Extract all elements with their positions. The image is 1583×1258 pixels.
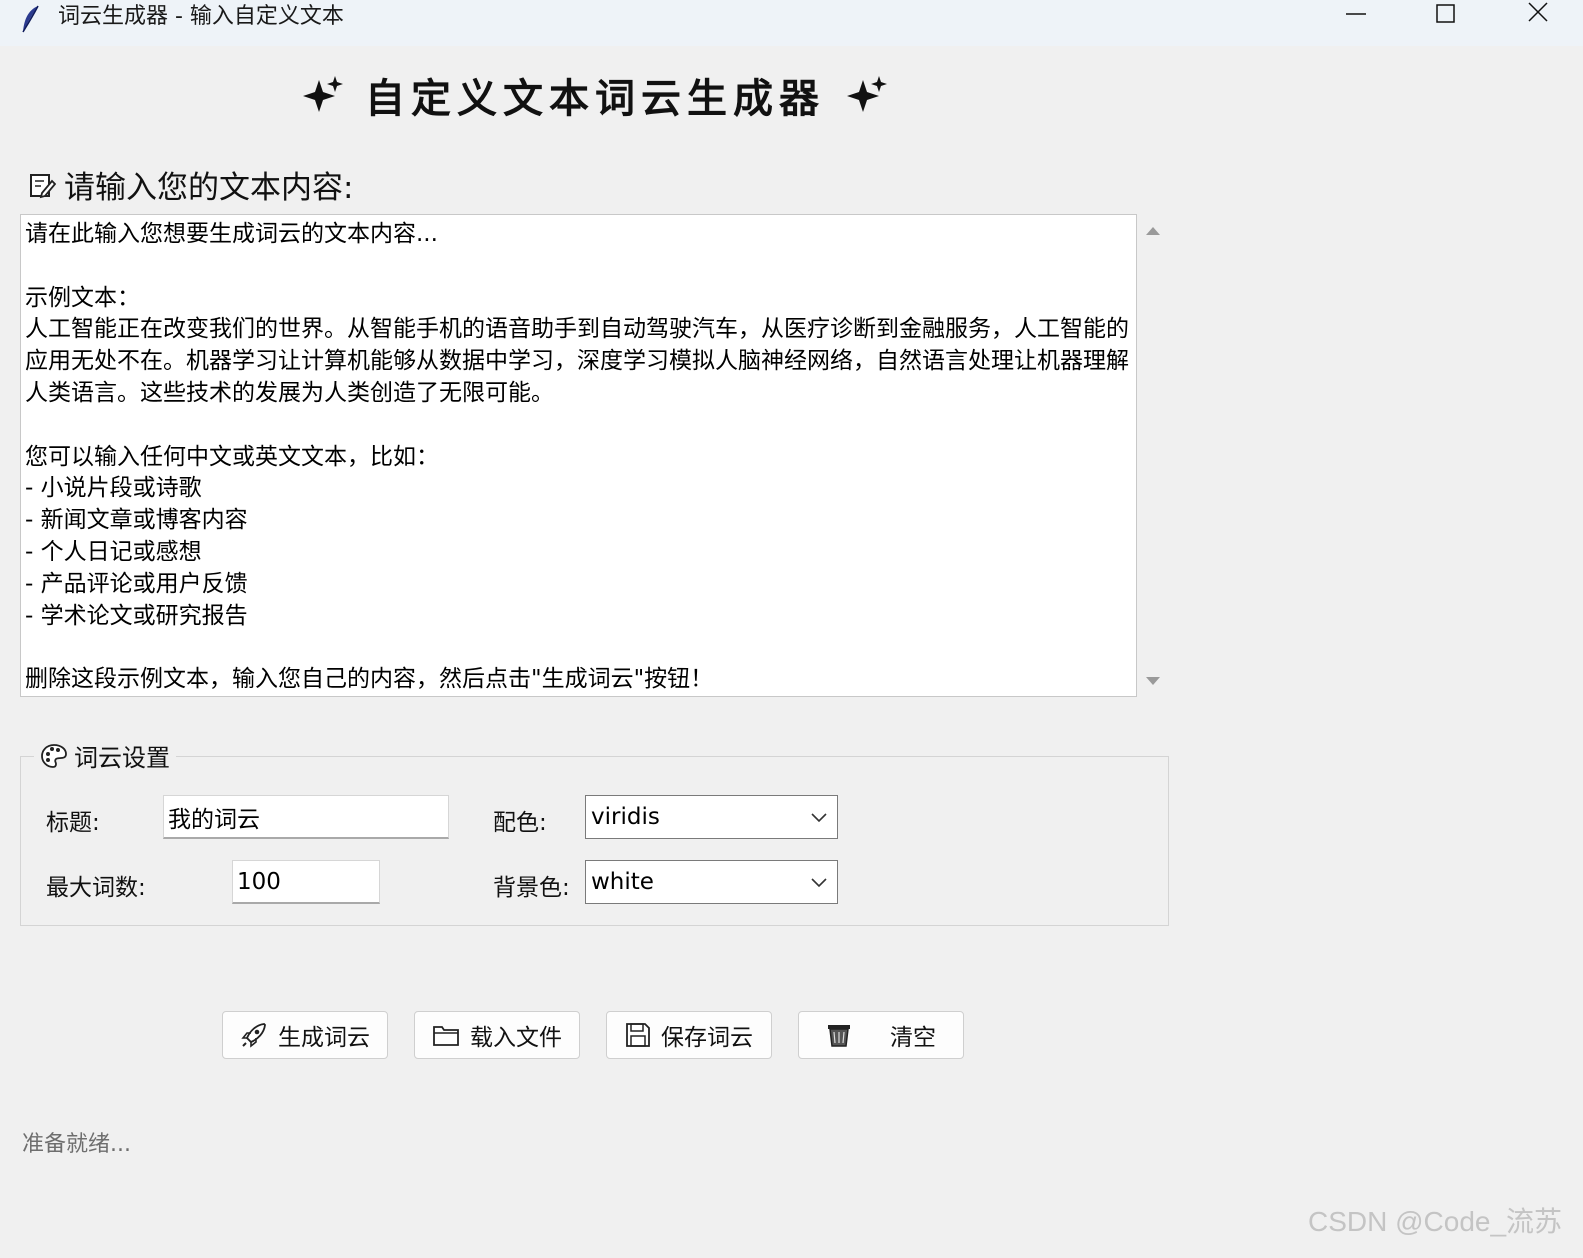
save-wordcloud-button-label: 保存词云 [661,1025,753,1051]
folder-icon [433,1026,459,1046]
feather-icon [22,5,39,33]
window-titlebar: 词云生成器 - 输入自定义文本 [0,0,1583,46]
floppy-disk-icon [626,1023,650,1047]
scroll-down-icon[interactable] [1145,674,1161,688]
minimize-icon[interactable] [1346,0,1392,34]
background-select[interactable]: white [585,860,838,904]
text-area-container: 请在此输入您想要生成词云的文本内容... 示例文本： 人工智能正在改变我们的世界… [20,214,1137,697]
sparkle-icon [846,76,887,112]
settings-legend: 词云设置 [34,738,176,773]
background-label: 背景色: [493,875,570,901]
background-value: white [591,869,654,895]
close-icon[interactable] [1527,0,1573,34]
rocket-icon [241,1023,266,1048]
clear-button-label: 清空 [890,1025,936,1051]
status-text: 准备就绪... [22,1132,131,1157]
colormap-label: 配色: [493,810,547,836]
watermark: CSDN @Code_流苏 [1308,1206,1563,1237]
max-words-label: 最大词数: [46,875,146,901]
load-file-button-label: 载入文件 [470,1025,562,1051]
generate-button-label: 生成词云 [278,1025,370,1051]
memo-icon [30,173,56,198]
generate-button[interactable]: 生成词云 [222,1011,388,1059]
settings-legend-text: 词云设置 [74,744,170,772]
text-input-label: 请输入您的文本内容: [28,162,353,207]
chevron-down-icon[interactable] [809,808,829,826]
page-title: 自定义文本词云生成器 [0,66,1190,124]
max-words-input[interactable] [232,860,380,904]
chevron-down-icon[interactable] [809,873,829,891]
scroll-up-icon[interactable] [1145,224,1161,238]
save-wordcloud-button[interactable]: 保存词云 [606,1011,772,1059]
load-file-button[interactable]: 载入文件 [414,1011,580,1059]
text-area-scrollbar[interactable] [1141,214,1165,697]
window-title: 词云生成器 - 输入自定义文本 [58,4,344,29]
maximize-icon[interactable] [1436,0,1482,34]
colormap-value: viridis [591,804,660,830]
title-input[interactable] [163,795,449,839]
palette-icon [41,743,67,768]
page-title-text: 自定义文本词云生成器 [365,76,825,122]
clear-button[interactable]: 清空 [798,1011,964,1059]
title-label: 标题: [46,810,100,836]
text-content-input[interactable]: 请在此输入您想要生成词云的文本内容... 示例文本： 人工智能正在改变我们的世界… [21,215,1136,696]
colormap-select[interactable]: viridis [585,795,838,839]
sparkle-icon [303,76,344,112]
wastebasket-icon [828,1025,850,1047]
text-input-label-text: 请输入您的文本内容: [64,170,354,206]
